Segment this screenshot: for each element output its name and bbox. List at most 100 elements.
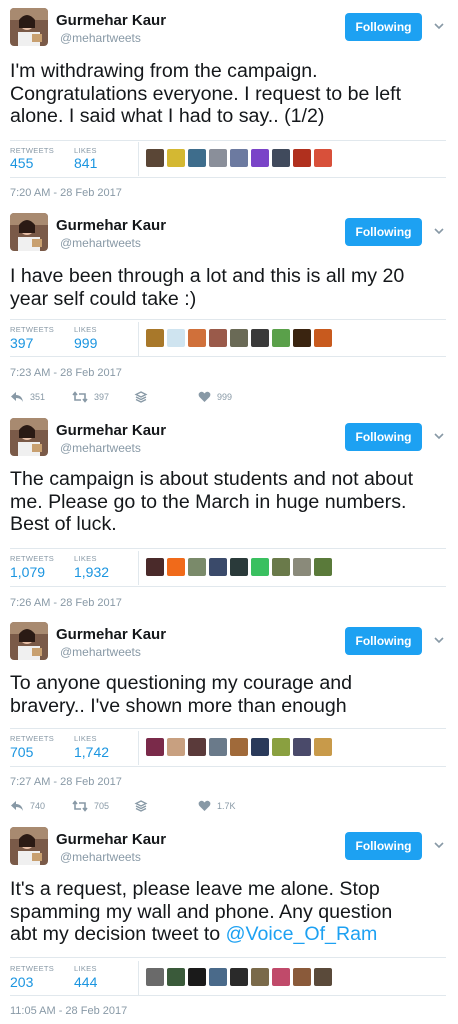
liker-avatar[interactable] — [167, 738, 185, 756]
liker-avatar[interactable] — [167, 558, 185, 576]
retweet-count[interactable]: 1,079 — [10, 564, 45, 580]
liker-avatar[interactable] — [167, 968, 185, 986]
liker-avatar[interactable] — [314, 558, 332, 576]
author-handle[interactable]: @mehartweets — [60, 645, 141, 659]
like-count[interactable]: 1,742 — [74, 744, 109, 760]
more-action[interactable] — [134, 800, 148, 812]
liker-avatar[interactable] — [167, 329, 185, 347]
likes-label: LIKES — [74, 964, 97, 973]
like-action[interactable]: 999 — [198, 391, 232, 403]
retweet-action[interactable]: 705 — [72, 800, 109, 812]
chevron-down-icon[interactable] — [432, 19, 446, 33]
liker-avatar[interactable] — [146, 968, 164, 986]
retweets-label: RETWEETS — [10, 734, 55, 743]
retweet-count[interactable]: 705 — [10, 744, 33, 760]
liker-avatar[interactable] — [209, 968, 227, 986]
retweet-icon — [72, 800, 88, 812]
chevron-down-icon[interactable] — [432, 224, 446, 238]
avatar[interactable] — [10, 213, 48, 251]
timestamp[interactable]: 11:05 AM - 28 Feb 2017 — [10, 1005, 127, 1017]
following-button[interactable]: Following — [345, 218, 422, 246]
author-name[interactable]: Gurmehar Kaur — [56, 217, 166, 234]
liker-avatar[interactable] — [146, 558, 164, 576]
liker-avatar[interactable] — [188, 149, 206, 167]
retweet-count[interactable]: 203 — [10, 974, 33, 990]
liker-avatar[interactable] — [146, 149, 164, 167]
following-button[interactable]: Following — [345, 832, 422, 860]
heart-icon — [198, 391, 211, 402]
mention-link[interactable]: @Voice_Of_Ram — [226, 923, 378, 945]
chevron-down-icon[interactable] — [432, 633, 446, 647]
following-button[interactable]: Following — [345, 13, 422, 41]
liker-avatar[interactable] — [272, 558, 290, 576]
liker-avatar[interactable] — [293, 968, 311, 986]
liker-avatar[interactable] — [146, 738, 164, 756]
liker-avatar[interactable] — [314, 329, 332, 347]
liker-avatar[interactable] — [209, 558, 227, 576]
timestamp[interactable]: 7:23 AM - 28 Feb 2017 — [10, 367, 122, 379]
author-name[interactable]: Gurmehar Kaur — [56, 422, 166, 439]
author-name[interactable]: Gurmehar Kaur — [56, 12, 166, 29]
liker-avatar[interactable] — [251, 558, 269, 576]
retweet-count[interactable]: 455 — [10, 155, 33, 171]
liker-avatar[interactable] — [251, 968, 269, 986]
author-handle[interactable]: @mehartweets — [60, 236, 141, 250]
liker-avatar[interactable] — [293, 149, 311, 167]
liker-avatar[interactable] — [293, 738, 311, 756]
liker-avatar[interactable] — [188, 329, 206, 347]
liker-avatar[interactable] — [230, 738, 248, 756]
divider — [10, 766, 446, 767]
more-action[interactable] — [134, 391, 148, 403]
retweet-count[interactable]: 397 — [10, 335, 33, 351]
liker-avatar[interactable] — [167, 149, 185, 167]
timestamp[interactable]: 7:20 AM - 28 Feb 2017 — [10, 187, 122, 199]
avatar[interactable] — [10, 418, 48, 456]
liker-avatar[interactable] — [251, 329, 269, 347]
avatar[interactable] — [10, 827, 48, 865]
liker-avatar[interactable] — [188, 968, 206, 986]
author-handle[interactable]: @mehartweets — [60, 441, 141, 455]
liker-avatar[interactable] — [272, 738, 290, 756]
reply-action[interactable]: 351 — [10, 391, 45, 403]
author-handle[interactable]: @mehartweets — [60, 850, 141, 864]
following-button[interactable]: Following — [345, 423, 422, 451]
liker-avatar[interactable] — [314, 968, 332, 986]
reply-action[interactable]: 740 — [10, 800, 45, 812]
retweet-action[interactable]: 397 — [72, 391, 109, 403]
liker-avatar[interactable] — [251, 738, 269, 756]
liker-avatar[interactable] — [209, 149, 227, 167]
author-name[interactable]: Gurmehar Kaur — [56, 831, 166, 848]
like-count[interactable]: 1,932 — [74, 564, 109, 580]
liker-avatar[interactable] — [230, 329, 248, 347]
liker-avatar[interactable] — [272, 149, 290, 167]
like-count[interactable]: 999 — [74, 335, 97, 351]
timestamp[interactable]: 7:26 AM - 28 Feb 2017 — [10, 597, 122, 609]
timestamp[interactable]: 7:27 AM - 28 Feb 2017 — [10, 776, 122, 788]
liker-avatar[interactable] — [188, 558, 206, 576]
author-name[interactable]: Gurmehar Kaur — [56, 626, 166, 643]
likes-label: LIKES — [74, 734, 97, 743]
chevron-down-icon[interactable] — [432, 838, 446, 852]
liker-avatar[interactable] — [230, 968, 248, 986]
liker-avatar[interactable] — [272, 968, 290, 986]
like-action[interactable]: 1.7K — [198, 800, 236, 812]
liker-avatar[interactable] — [188, 738, 206, 756]
chevron-down-icon[interactable] — [432, 429, 446, 443]
liker-avatar[interactable] — [230, 149, 248, 167]
liker-avatar[interactable] — [230, 558, 248, 576]
liker-avatar[interactable] — [272, 329, 290, 347]
liker-avatar[interactable] — [314, 149, 332, 167]
like-count[interactable]: 841 — [74, 155, 97, 171]
liker-avatar[interactable] — [314, 738, 332, 756]
avatar[interactable] — [10, 8, 48, 46]
liker-avatar[interactable] — [209, 738, 227, 756]
liker-avatar[interactable] — [293, 558, 311, 576]
liker-avatar[interactable] — [209, 329, 227, 347]
following-button[interactable]: Following — [345, 627, 422, 655]
liker-avatar[interactable] — [146, 329, 164, 347]
liker-avatar[interactable] — [251, 149, 269, 167]
like-count[interactable]: 444 — [74, 974, 97, 990]
author-handle[interactable]: @mehartweets — [60, 31, 141, 45]
avatar[interactable] — [10, 622, 48, 660]
liker-avatar[interactable] — [293, 329, 311, 347]
